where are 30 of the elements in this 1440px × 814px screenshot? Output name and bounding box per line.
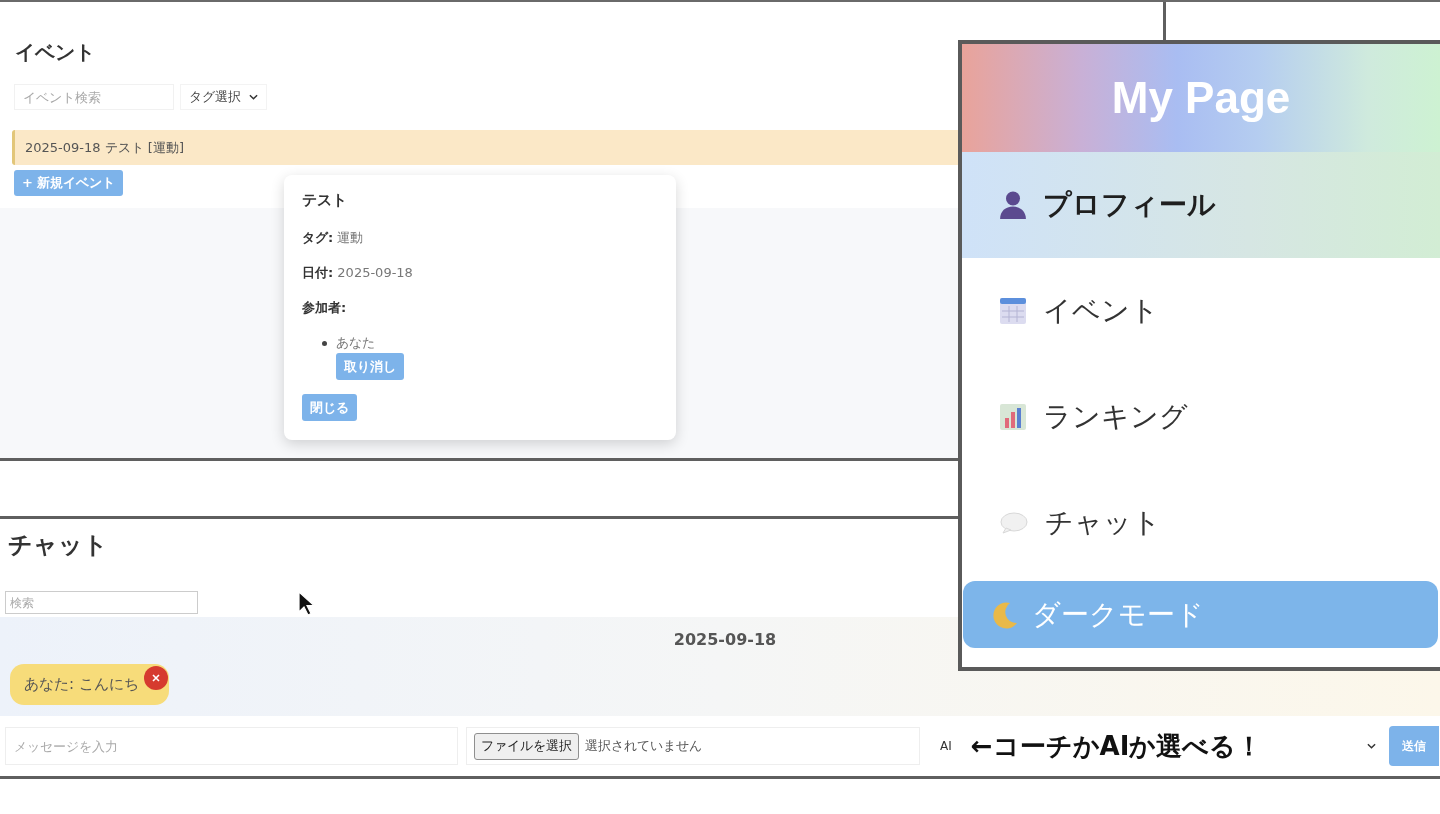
file-status-text: 選択されていません — [585, 737, 702, 755]
event-detail: タグ: 運動 — [302, 229, 364, 247]
event-title: テスト — [302, 191, 347, 209]
event-search-field[interactable]: イベント検索 — [14, 84, 174, 110]
chevron-down-icon — [249, 94, 258, 100]
delete-icon[interactable] — [143, 666, 168, 690]
file-field[interactable]: ファイルを選択 選択されていません — [466, 727, 920, 765]
menu-item[interactable]: プロフィール — [962, 152, 1440, 258]
speech-bubble-icon — [1000, 512, 1028, 534]
participants-label: 参加者: — [302, 299, 347, 317]
chat-message: あなた: こんにち — [10, 664, 169, 705]
section-title: チャット — [8, 530, 108, 560]
date-label: 2025-09-18 — [673, 629, 777, 651]
person-icon — [1000, 191, 1026, 219]
menu-title: My Page — [962, 44, 1440, 152]
tag-select[interactable]: タグ選択 — [180, 84, 267, 110]
caption-text: ←コーチかAIか選べる！ — [970, 730, 1263, 762]
bullet-icon — [322, 341, 327, 346]
mode-select[interactable]: AI — [928, 727, 958, 765]
crescent-moon-icon — [990, 600, 1018, 629]
bar-chart-icon — [1000, 404, 1026, 430]
chevron-down-icon[interactable] — [1367, 743, 1376, 749]
section-title: イベント — [15, 39, 95, 66]
participant-name: あなた — [336, 334, 375, 352]
mouse-pointer-icon — [298, 591, 314, 616]
chat-search-field[interactable]: 検索 — [5, 591, 198, 614]
choose-file-button[interactable]: ファイルを選択 — [474, 732, 579, 760]
event-detail: 日付: 2025-09-18 — [302, 264, 413, 282]
message-input-field[interactable]: メッセージを入力 — [5, 727, 458, 765]
calendar-icon — [1000, 298, 1026, 324]
